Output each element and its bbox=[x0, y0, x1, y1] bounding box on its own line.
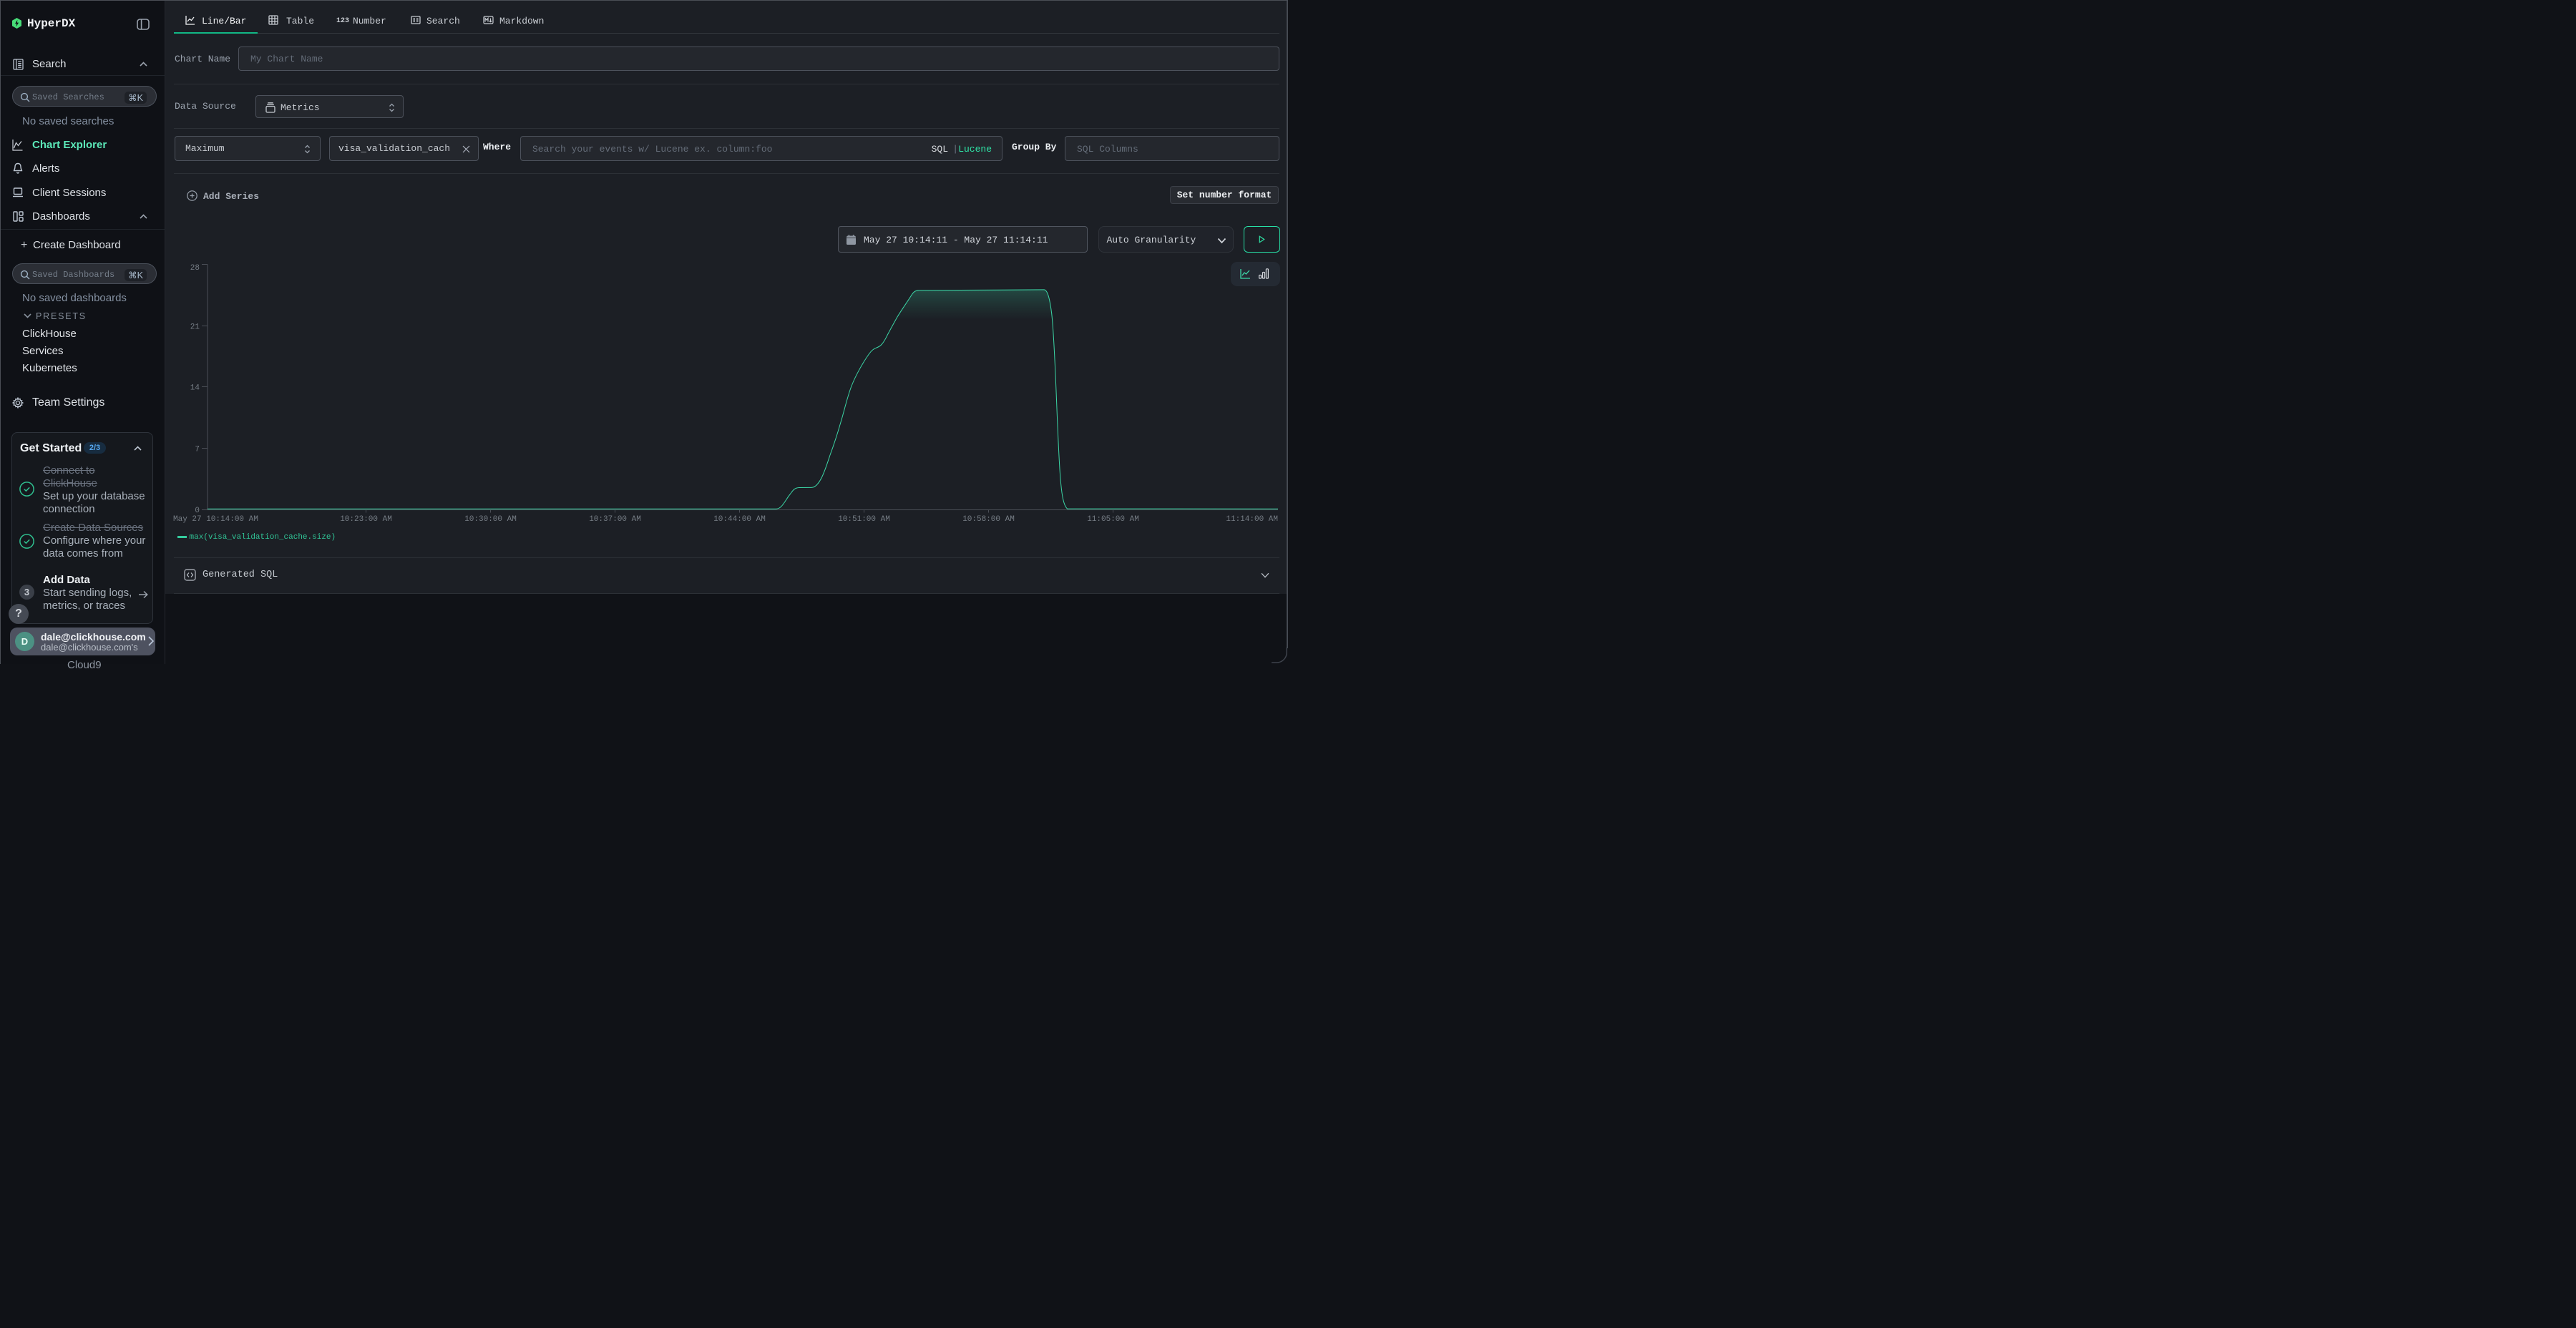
svg-text:11:05:00 AM: 11:05:00 AM bbox=[1087, 515, 1139, 524]
svg-text:10:44:00 AM: 10:44:00 AM bbox=[713, 515, 766, 524]
svg-text:21: 21 bbox=[190, 323, 200, 332]
svg-text:11:14:00 AM: 11:14:00 AM bbox=[1226, 515, 1278, 524]
svg-text:10:23:00 AM: 10:23:00 AM bbox=[340, 515, 392, 524]
svg-text:May 27 10:14:00 AM: May 27 10:14:00 AM bbox=[173, 515, 258, 524]
svg-text:7: 7 bbox=[195, 446, 200, 454]
svg-text:10:30:00 AM: 10:30:00 AM bbox=[464, 515, 517, 524]
svg-text:10:51:00 AM: 10:51:00 AM bbox=[838, 515, 890, 524]
svg-text:28: 28 bbox=[190, 264, 200, 273]
svg-text:14: 14 bbox=[190, 384, 200, 393]
svg-text:10:58:00 AM: 10:58:00 AM bbox=[962, 515, 1015, 524]
svg-text:0: 0 bbox=[195, 507, 200, 515]
svg-text:10:37:00 AM: 10:37:00 AM bbox=[589, 515, 641, 524]
